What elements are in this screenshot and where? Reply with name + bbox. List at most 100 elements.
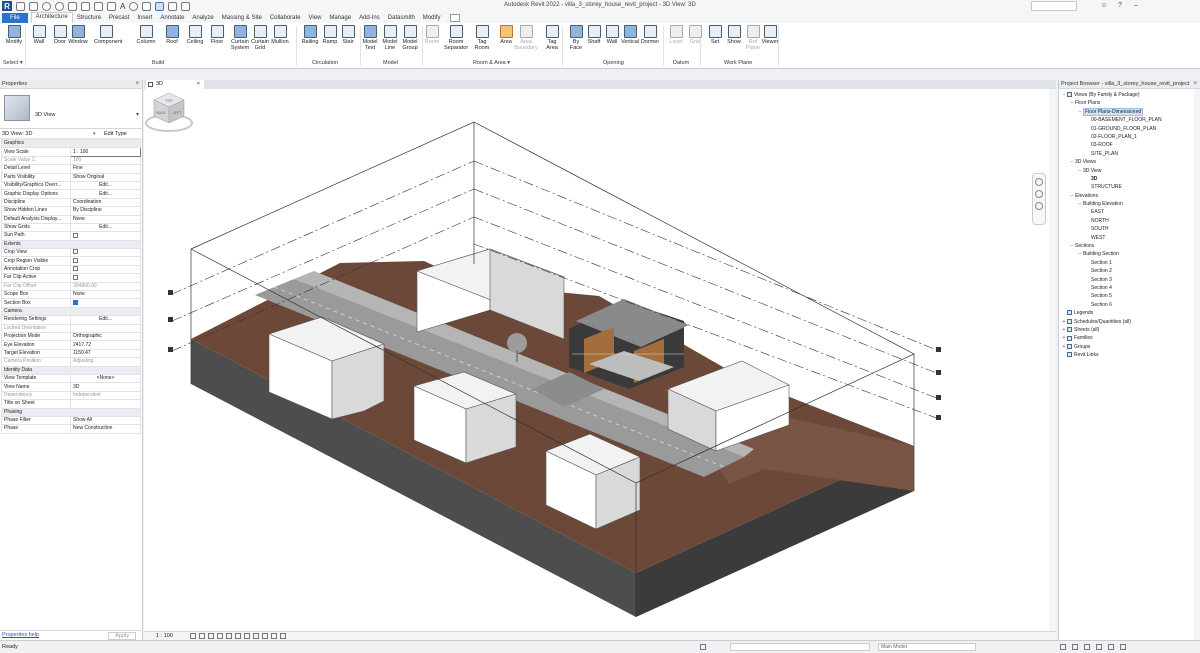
property-value[interactable]: 1 : 100 bbox=[70, 147, 141, 157]
browser-node[interactable]: + Schedules/Quantities (all) bbox=[1059, 318, 1200, 326]
vertical-scrollbar[interactable] bbox=[1049, 89, 1056, 631]
modify-button[interactable]: Modify bbox=[2, 25, 26, 45]
property-checkbox[interactable] bbox=[73, 258, 78, 263]
drag-elements-icon[interactable] bbox=[1108, 644, 1114, 650]
floor-button[interactable]: Floor bbox=[205, 25, 229, 45]
area-boundary-button[interactable]: Area Boundary bbox=[514, 25, 538, 51]
property-edit-button[interactable]: Edit... bbox=[70, 315, 141, 325]
pan-icon[interactable] bbox=[1035, 202, 1043, 210]
browser-scrollbar[interactable] bbox=[1194, 89, 1200, 640]
browser-node[interactable]: − Elevations bbox=[1059, 192, 1200, 200]
browser-node[interactable]: Legends bbox=[1059, 309, 1200, 317]
help-search-input[interactable] bbox=[1031, 1, 1077, 11]
browser-node[interactable]: SITE_PLAN bbox=[1059, 150, 1200, 158]
save-icon[interactable] bbox=[29, 1, 38, 11]
3d-view-canvas[interactable]: TOP BACK LEFT bbox=[144, 89, 1056, 631]
property-value[interactable] bbox=[70, 248, 141, 258]
tab-datasmith[interactable]: Datasmith bbox=[384, 13, 419, 23]
close-icon[interactable]: × bbox=[1193, 80, 1197, 89]
property-value[interactable] bbox=[70, 298, 141, 308]
minimize-icon[interactable]: – bbox=[1132, 1, 1140, 10]
browser-node[interactable]: 03-ROOF bbox=[1059, 141, 1200, 149]
property-checkbox[interactable] bbox=[73, 299, 78, 305]
dimension-icon[interactable] bbox=[94, 1, 103, 11]
browser-node[interactable]: SOUTH bbox=[1059, 225, 1200, 233]
select-panel-label[interactable]: Select ▾ bbox=[3, 60, 23, 66]
property-value[interactable]: Show Original bbox=[70, 172, 141, 182]
browser-node[interactable]: − Views (By Family & Package) bbox=[1059, 91, 1200, 99]
type-selector[interactable]: 3D View ▾ bbox=[0, 89, 142, 129]
property-edit-button[interactable]: <None> bbox=[70, 373, 141, 384]
browser-node[interactable]: 3D bbox=[1059, 175, 1200, 183]
browser-node[interactable]: + Families bbox=[1059, 334, 1200, 342]
ribbon-toggle-icon[interactable] bbox=[450, 14, 461, 22]
instance-filter[interactable]: 3D View: 3D ▾ Edit Type bbox=[0, 129, 142, 139]
tag-icon[interactable] bbox=[107, 1, 116, 11]
roof-button[interactable]: Roof bbox=[160, 25, 184, 45]
help-icon[interactable]: ? bbox=[1116, 1, 1124, 10]
filter-icon[interactable] bbox=[1120, 644, 1126, 650]
section-icon[interactable] bbox=[142, 1, 152, 11]
property-checkbox[interactable] bbox=[73, 232, 78, 238]
tab-architecture[interactable]: Architecture bbox=[30, 12, 73, 23]
undo-icon[interactable] bbox=[42, 1, 51, 11]
property-checkbox[interactable] bbox=[73, 249, 78, 255]
property-group[interactable]: Phasing bbox=[1, 407, 141, 417]
browser-node[interactable]: NORTH bbox=[1059, 217, 1200, 225]
property-value[interactable] bbox=[70, 231, 141, 241]
column-button[interactable]: Column bbox=[134, 25, 158, 45]
chevron-down-icon[interactable]: ▾ bbox=[136, 111, 139, 118]
open-icon[interactable] bbox=[16, 1, 25, 11]
tab-analyze[interactable]: Analyze bbox=[188, 13, 217, 23]
visual-style-icon[interactable] bbox=[199, 633, 205, 639]
tab-modify[interactable]: Modify bbox=[419, 13, 445, 23]
tab-3d[interactable]: 3D × bbox=[146, 80, 204, 89]
tab-structure[interactable]: Structure bbox=[73, 13, 105, 23]
close-icon[interactable]: × bbox=[197, 80, 200, 89]
tab-view[interactable]: View bbox=[305, 13, 326, 23]
tab-add-ins[interactable]: Add-Ins bbox=[355, 13, 384, 23]
room-button[interactable]: Room bbox=[420, 25, 444, 45]
browser-node[interactable]: −3D Views bbox=[1059, 158, 1200, 166]
browser-node[interactable]: 01-GROUND_FLOOR_PLAN bbox=[1059, 125, 1200, 133]
design-option-field[interactable]: Main Model bbox=[878, 643, 976, 651]
property-value[interactable]: Fine bbox=[70, 164, 141, 174]
browser-node[interactable]: WEST bbox=[1059, 234, 1200, 242]
browser-node[interactable]: −3D View bbox=[1059, 167, 1200, 175]
property-checkbox[interactable] bbox=[73, 266, 78, 272]
select-underlay-icon[interactable] bbox=[1072, 644, 1078, 650]
browser-node[interactable]: + Sheets (all) bbox=[1059, 326, 1200, 334]
tab-insert[interactable]: Insert bbox=[133, 13, 156, 23]
reveal-hidden-icon[interactable] bbox=[271, 633, 277, 639]
select-links-icon[interactable] bbox=[1060, 644, 1066, 650]
property-value[interactable] bbox=[70, 256, 141, 266]
default-3d-view-icon[interactable] bbox=[129, 1, 139, 11]
sun-path-icon[interactable] bbox=[208, 633, 214, 639]
property-value[interactable] bbox=[70, 273, 141, 283]
view-cube[interactable]: TOP BACK LEFT bbox=[144, 89, 194, 133]
thin-lines-icon[interactable] bbox=[155, 1, 165, 11]
browser-node[interactable]: Section 6 bbox=[1059, 301, 1200, 309]
tab-annotate[interactable]: Annotate bbox=[156, 13, 188, 23]
measure-icon[interactable] bbox=[81, 1, 90, 11]
property-value[interactable]: None bbox=[70, 214, 141, 224]
browser-node[interactable]: − Building Section bbox=[1059, 250, 1200, 258]
browser-node[interactable]: Section 1 bbox=[1059, 259, 1200, 267]
model-group-button[interactable]: Model Group bbox=[398, 25, 422, 51]
tab-collaborate[interactable]: Collaborate bbox=[266, 13, 305, 23]
browser-node[interactable]: Section 4 bbox=[1059, 284, 1200, 292]
chevron-down-icon[interactable]: ▾ bbox=[93, 129, 96, 139]
component-button[interactable]: Component bbox=[94, 25, 122, 45]
property-value[interactable] bbox=[70, 264, 141, 275]
user-icon[interactable]: ☺ bbox=[1100, 1, 1108, 10]
view-scale-control[interactable]: 1 : 100 bbox=[156, 633, 173, 639]
browser-node[interactable]: 00-BASEMENT_FLOOR_PLAN bbox=[1059, 116, 1200, 124]
steering-wheel-icon[interactable] bbox=[1035, 178, 1043, 186]
room-area-panel-label[interactable]: Room & Area ▾ bbox=[473, 60, 510, 66]
browser-node[interactable]: + Groups bbox=[1059, 343, 1200, 351]
browser-node[interactable]: Section 5 bbox=[1059, 292, 1200, 300]
dormer-button[interactable]: Dormer bbox=[638, 25, 662, 45]
tab-massing-site[interactable]: Massing & Site bbox=[218, 13, 266, 23]
shadows-icon[interactable] bbox=[217, 633, 223, 639]
tag-area-button[interactable]: Tag Area bbox=[540, 25, 564, 51]
